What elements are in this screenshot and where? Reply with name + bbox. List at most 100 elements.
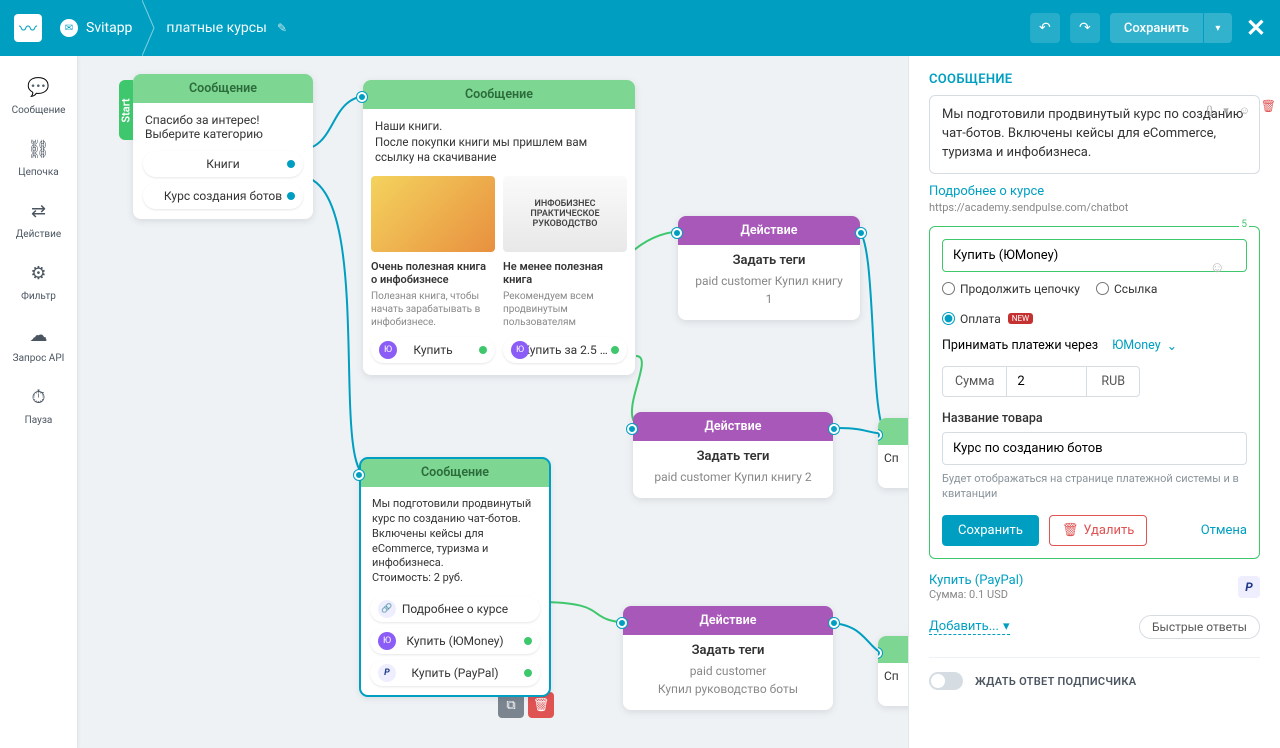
card-buttons: ЮКупить ЮКупить за 2.5 … <box>363 329 635 375</box>
input-port[interactable] <box>617 618 627 628</box>
wait-reply-label: ЖДАТЬ ОТВЕТ ПОДПИСЧИКА <box>975 675 1136 688</box>
tool-label: Цепочка <box>18 167 58 178</box>
emoji-icon[interactable]: ☺ <box>1236 102 1253 120</box>
bot-name[interactable]: ✉ Svitapp <box>60 19 132 37</box>
payvia-label: Принимать платежи через <box>942 338 1098 353</box>
amount-input[interactable] <box>1006 366 1086 397</box>
tool-icon: ⚙ <box>26 260 52 286</box>
app-logo[interactable]: 〰 <box>14 14 42 42</box>
sidebar-tool-5[interactable]: ⏱Пауза <box>6 376 71 434</box>
input-port[interactable] <box>357 92 367 102</box>
trash-icon: 🗑 <box>1062 523 1079 538</box>
radio-link[interactable]: Ссылка <box>1096 282 1157 296</box>
card-title: Не менее полезная книга <box>503 260 627 288</box>
input-port[interactable] <box>672 228 682 238</box>
product-name-input[interactable] <box>942 432 1247 465</box>
buy-button-1[interactable]: ЮКупить <box>371 337 495 363</box>
action-tags: paid customer Купил книгу 1 <box>692 272 846 308</box>
sidebar-tool-3[interactable]: ⚙ Фильтр <box>6 252 71 310</box>
chip-buy-ym[interactable]: ЮКупить (ЮMoney) <box>370 628 540 654</box>
chip-course[interactable]: Курс создания ботов <box>143 183 303 209</box>
yoomoney-icon: Ю <box>378 632 396 650</box>
node-action-2[interactable]: Действие Задать теги paid customer Купил… <box>633 412 833 498</box>
output-port[interactable] <box>829 618 839 628</box>
action-tags: paid customer Купил руководство боты <box>637 662 819 698</box>
node-body: Задать теги paid customer Купил книгу 1 <box>678 245 860 320</box>
dropdown-icon[interactable]: ▾ <box>1220 102 1232 120</box>
action-subtitle: Задать теги <box>692 253 846 268</box>
node-buttons: Книги Курс создания ботов <box>133 151 313 219</box>
sidebar-tool-0[interactable]: 💬Сообщение <box>6 66 71 124</box>
tool-icon: ⇄ <box>26 198 52 224</box>
delete-button[interactable]: 🗑Удалить <box>1049 515 1147 546</box>
wait-reply-toggle[interactable] <box>929 672 963 690</box>
paypal-button-row[interactable]: Купить (PayPal) Сумма: 0.1 USD P <box>929 573 1260 601</box>
link-button-title[interactable]: Подробнее о курсе <box>929 184 1260 199</box>
cancel-button[interactable]: Отмена <box>1201 523 1247 538</box>
chip-books[interactable]: Книги <box>143 151 303 177</box>
card-desc: Полезная книга, чтобы начать зарабатыват… <box>371 290 495 329</box>
messenger-icon: ✉ <box>60 19 78 37</box>
right-panel: СООБЩЕНИЕ Мы подготовили продвинутый кур… <box>908 56 1280 748</box>
buy-button-2[interactable]: ЮКупить за 2.5 … <box>503 337 627 363</box>
node-start-message[interactable]: Start Сообщение Спасибо за интерес! Выбе… <box>133 74 313 219</box>
link-icon: 🔗 <box>378 600 396 618</box>
topbar: 〰 ✉ Svitapp платные курсы ✎ ↶ ↷ Сохранит… <box>0 0 1280 56</box>
edit-title-icon[interactable]: ✎ <box>277 21 287 35</box>
input-port[interactable] <box>627 424 637 434</box>
node-action-3[interactable]: Действие Задать теги paid customer Купил… <box>623 606 833 710</box>
save-button[interactable]: Сохранить <box>1110 13 1203 43</box>
save-dropdown[interactable]: ▾ <box>1204 13 1232 43</box>
redo-button[interactable]: ↷ <box>1070 13 1100 43</box>
node-text: Наши книги. После покупки книги мы пришл… <box>363 109 635 176</box>
sidebar-tool-1[interactable]: ⛓Цепочка <box>6 128 71 186</box>
node-action-1[interactable]: Действие Задать теги paid customer Купил… <box>678 216 860 320</box>
card-2: ИНФОБИЗНЕС ПРАКТИЧЕСКОЕ РУКОВОДСТВО Не м… <box>503 176 627 330</box>
node-text: Мы подготовили продвинутый курс по созда… <box>360 487 550 596</box>
product-label: Название товара <box>942 411 1247 426</box>
node-body: Задать теги paid customer Купил руководс… <box>623 635 833 710</box>
tool-label: Фильтр <box>21 291 56 302</box>
output-port[interactable] <box>856 228 866 238</box>
sidebar-tool-4[interactable]: ☁Запрос API <box>6 314 71 372</box>
save-button[interactable]: Сохранить <box>942 515 1039 546</box>
quick-replies-button[interactable]: Быстрые ответы <box>1139 615 1260 639</box>
radio-payment[interactable]: ОплатаNEW <box>942 312 1033 326</box>
node-header: Действие <box>678 216 860 245</box>
close-button[interactable]: ✕ <box>1246 14 1266 42</box>
add-row: Добавить... ▾ Быстрые ответы <box>929 615 1260 639</box>
payment-provider-row: Принимать платежи через ЮMoney⌄ <box>942 338 1247 354</box>
node-header: Действие <box>633 412 833 441</box>
action-subtitle: Задать теги <box>637 643 819 658</box>
undo-button[interactable]: ↶ <box>1030 13 1060 43</box>
chevron-down-icon: ▾ <box>1003 619 1010 634</box>
amount-row: Сумма RUB <box>942 366 1247 397</box>
char-counter: 5 <box>1239 219 1249 230</box>
payment-provider-select[interactable]: ЮMoney⌄ <box>1112 338 1177 354</box>
tool-label: Пауза <box>25 415 53 426</box>
output-port[interactable] <box>829 424 839 434</box>
new-badge: NEW <box>1008 313 1033 324</box>
chip-buy-pp[interactable]: PКупить (PayPal) <box>370 660 540 686</box>
save-group: Сохранить ▾ <box>1110 13 1232 43</box>
action-tags: paid customer Купил книгу 2 <box>647 468 819 486</box>
radio-continue[interactable]: Продолжить цепочку <box>942 282 1080 296</box>
input-port[interactable] <box>354 470 364 480</box>
button-editor: 5 ☺ Продолжить цепочку Ссылка ОплатаNEW … <box>929 226 1260 560</box>
panel-heading: СООБЩЕНИЕ <box>909 56 1280 95</box>
node-books-message[interactable]: Сообщение Наши книги. После покупки книг… <box>363 80 635 375</box>
button-label-input[interactable] <box>942 239 1247 272</box>
add-element-link[interactable]: Добавить... ▾ <box>929 619 1010 635</box>
emoji-icon[interactable]: ☺ <box>1210 258 1225 276</box>
card-row: Очень полезная книга о инфобизнесе Полез… <box>363 176 635 330</box>
card-image: ИНФОБИЗНЕС ПРАКТИЧЕСКОЕ РУКОВОДСТВО <box>503 176 627 252</box>
help-text: Будет отображаться на странице платежной… <box>942 471 1247 502</box>
message-textarea[interactable]: Мы подготовили продвинутый курс по созда… <box>929 95 1260 174</box>
wait-reply-row: ЖДАТЬ ОТВЕТ ПОДПИСЧИКА <box>929 657 1260 704</box>
chip-more[interactable]: 🔗Подробнее о курсе <box>370 596 540 622</box>
insert-var-icon[interactable]: {} <box>1203 102 1216 120</box>
sidebar-tool-2[interactable]: ⇄Действие <box>6 190 71 248</box>
paypal-icon: P <box>1238 576 1260 598</box>
delete-block-icon[interactable]: 🗑 <box>1261 99 1276 113</box>
node-course-message[interactable]: Сообщение Мы подготовили продвинутый кур… <box>360 458 550 696</box>
